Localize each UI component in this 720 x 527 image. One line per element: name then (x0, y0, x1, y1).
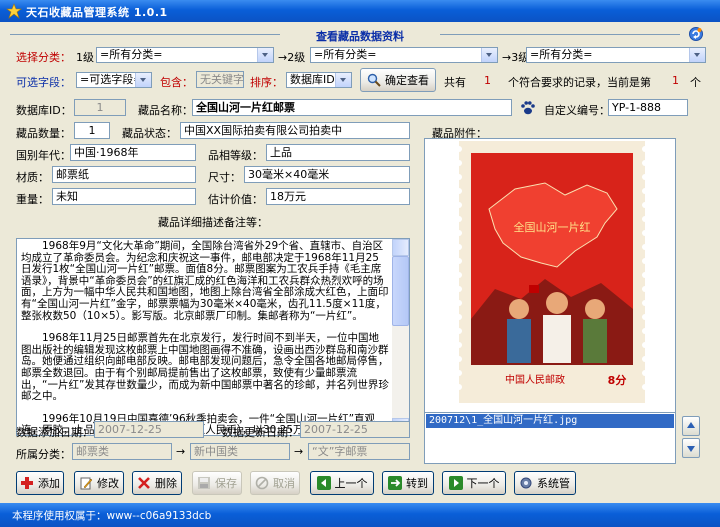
id-label: 数据库ID： (16, 104, 72, 117)
stamp-image: 全国山河一片红 中国人民邮政 8分 (456, 141, 648, 403)
arrow-up-icon (687, 422, 695, 428)
app-icon (6, 3, 22, 19)
added-date-label: 数据添加日期： (16, 426, 93, 439)
category-filter-label: 选择分类： (16, 51, 71, 64)
add-button[interactable]: 添加 (16, 471, 64, 495)
header-divider-left (10, 34, 280, 35)
system-button[interactable]: 系统管 (514, 471, 576, 495)
level1-select[interactable]: =所有分类= (96, 47, 274, 63)
refresh-icon[interactable] (688, 26, 704, 42)
paw-icon[interactable] (520, 100, 536, 116)
field-select[interactable]: =可选字段= (76, 72, 152, 88)
stamp-map-text: 全国山河一片红 (514, 220, 591, 234)
description-scrollbar[interactable] (392, 239, 409, 435)
arrow-left-icon (316, 476, 331, 490)
attachment-down-button[interactable] (682, 438, 700, 458)
main-form: 查看藏品数据资料 选择分类： 1级 =所有分类= →2级 =所有分类= →3级 … (0, 22, 720, 503)
size-field[interactable]: 30毫米×40毫米 (244, 166, 410, 183)
delete-icon (138, 477, 150, 489)
name-label: 藏品名称： (138, 104, 193, 117)
price-field[interactable]: 18万元 (266, 188, 410, 205)
scroll-up-button[interactable] (392, 239, 409, 256)
cancel-button[interactable]: 取消 (250, 471, 300, 495)
add-icon (21, 477, 33, 489)
material-label: 材质： (16, 171, 49, 184)
updated-date-label: 数据更新日期： (222, 426, 299, 439)
description-text: 1968年9月“文化大革命”期间，全国除台湾省外29个省、直辖市、自治区均成立了… (21, 240, 389, 435)
description-textarea[interactable]: 1968年9月“文化大革命”期间，全国除台湾省外29个省、直辖市、自治区均成立了… (16, 238, 410, 436)
grade-field[interactable]: 上品 (266, 144, 410, 161)
custom-no-field[interactable]: YP-1-888 (608, 99, 688, 116)
grade-label: 品相等级： (208, 149, 263, 162)
save-button[interactable]: 保存 (192, 471, 242, 495)
sort-select[interactable]: 数据库ID (286, 72, 352, 88)
category-l2-field: 新中国类 (190, 443, 290, 460)
level2-select[interactable]: =所有分类= (310, 47, 498, 63)
page-title: 查看藏品数据资料 (316, 30, 404, 43)
arrow-right-icon: → (176, 445, 186, 458)
level2-label: →2级 (278, 51, 306, 64)
status-label: 藏品状态： (122, 127, 177, 140)
attachment-image-box: 全国山河一片红 中国人民邮政 8分 (424, 138, 676, 428)
status-field[interactable]: 中国XX国际拍卖有限公司拍卖中 (180, 122, 410, 139)
id-field: 1 (74, 99, 126, 116)
category-l1-field: 邮票类 (72, 443, 172, 460)
stamp-country-text: 中国人民邮政 (505, 373, 565, 386)
weight-field[interactable]: 未知 (52, 188, 196, 205)
arrow-right-icon: → (294, 445, 304, 458)
edit-button[interactable]: 修改 (74, 471, 124, 495)
custom-no-label: 自定义编号： (544, 104, 610, 117)
belong-category-label: 所属分类： (16, 448, 71, 461)
confirm-view-button[interactable]: 确定查看 (360, 68, 436, 92)
status-text: 本程序使用权属于：www--c06a9133dcb (12, 510, 212, 522)
updated-date-field: 2007-12-25 (300, 421, 410, 438)
price-label: 估计价值： (208, 193, 263, 206)
window-title: 天石收藏品管理系统 1.0.1 (26, 6, 168, 19)
edit-icon (80, 477, 93, 490)
added-date-field: 2007-12-25 (94, 421, 204, 438)
title-bar: 天石收藏品管理系统 1.0.1 (0, 0, 720, 22)
description-paragraph: 1968年9月“文化大革命”期间，全国除台湾省外29个省、直辖市、自治区均成立了… (21, 240, 389, 322)
material-field[interactable]: 邮票纸 (52, 166, 196, 183)
keyword-input[interactable]: 无关键字 (196, 71, 244, 88)
scroll-thumb[interactable] (392, 256, 409, 326)
total-middle: 个符合要求的记录，当前是第 (508, 76, 651, 89)
qty-label: 藏品数量： (16, 127, 71, 140)
attachment-file-item[interactable]: 200712\1_全国山河一片红.jpg (426, 414, 674, 428)
sort-label: 排序： (250, 76, 283, 89)
name-field[interactable]: 全国山河一片红邮票 (192, 99, 512, 116)
header-divider-right (440, 34, 680, 35)
desc-label: 藏品详细描述备注等： (158, 216, 268, 229)
goto-button[interactable]: 转到 (382, 471, 434, 495)
era-field[interactable]: 中国·1968年 (70, 144, 196, 161)
field-filter-label: 可选字段： (16, 76, 71, 89)
prev-button[interactable]: 上一个 (310, 471, 374, 495)
cancel-icon (255, 476, 269, 490)
weight-label: 重量： (16, 193, 49, 206)
total-suffix: 个 (690, 76, 701, 89)
level1-label: 1级 (76, 51, 94, 64)
stamp-value-text: 8分 (608, 373, 627, 387)
arrow-right-icon (448, 476, 463, 490)
next-button[interactable]: 下一个 (442, 471, 506, 495)
current-index: 1 (672, 74, 679, 87)
delete-button[interactable]: 删除 (132, 471, 182, 495)
total-count: 1 (484, 74, 491, 87)
contains-label: 包含： (160, 76, 193, 89)
magnifier-icon (367, 73, 381, 87)
qty-field[interactable]: 1 (74, 122, 110, 139)
attachment-up-button[interactable] (682, 416, 700, 436)
status-bar: 本程序使用权属于：www--c06a9133dcb (0, 503, 720, 527)
gear-icon (520, 477, 532, 489)
size-label: 尺寸： (208, 171, 241, 184)
attachment-file-list[interactable]: 200712\1_全国山河一片红.jpg (424, 412, 676, 464)
goto-icon (388, 476, 402, 490)
total-prefix: 共有 (444, 76, 466, 89)
description-paragraph: 1968年11月25日邮票首先在北京发行，发行时间不到半天，一位中国地图出版社的… (21, 332, 389, 403)
level3-select[interactable]: =所有分类= (526, 47, 706, 63)
save-icon (198, 477, 210, 489)
era-label: 国别年代： (16, 149, 71, 162)
arrow-down-icon (687, 446, 695, 452)
category-l3-field: “文”字邮票 (308, 443, 410, 460)
